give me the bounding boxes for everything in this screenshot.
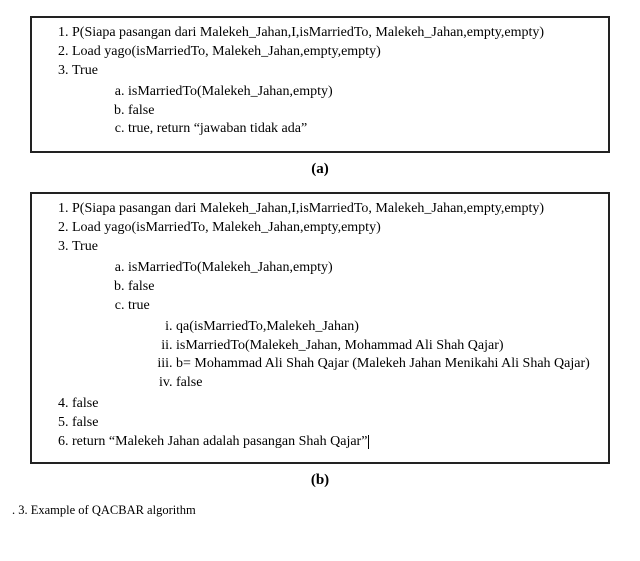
list-item-label: True: [72, 63, 98, 78]
ordered-list-a: P(Siapa pasangan dari Malekeh_Jahan,I,is…: [44, 24, 596, 139]
list-item: false: [176, 374, 596, 393]
list-item: Load yago(isMarriedTo, Malekeh_Jahan,emp…: [72, 43, 596, 62]
figure-caption-line: . 3. Example of QACBAR algorithm: [12, 503, 628, 518]
list-item: isMarriedTo(Malekeh_Jahan,empty): [128, 83, 596, 102]
pseudocode-box-a: P(Siapa pasangan dari Malekeh_Jahan,I,is…: [30, 16, 610, 153]
list-item-label: True: [72, 239, 98, 254]
list-item: P(Siapa pasangan dari Malekeh_Jahan,I,is…: [72, 200, 596, 219]
list-item: false: [72, 414, 596, 433]
list-item: True isMarriedTo(Malekeh_Jahan,empty) fa…: [72, 62, 596, 140]
text-cursor: [368, 435, 369, 449]
list-item: P(Siapa pasangan dari Malekeh_Jahan,I,is…: [72, 24, 596, 43]
pseudocode-box-b: P(Siapa pasangan dari Malekeh_Jahan,I,is…: [30, 192, 610, 464]
list-item: return “Malekeh Jahan adalah pasangan Sh…: [72, 433, 596, 452]
list-item: false: [72, 395, 596, 414]
list-item: true, return “jawaban tidak ada”: [128, 120, 596, 139]
caption-b: (b): [12, 472, 628, 489]
list-item: b= Mohammad Ali Shah Qajar (Malekeh Jaha…: [176, 355, 596, 374]
list-item: true qa(isMarriedTo,Malekeh_Jahan) isMar…: [128, 297, 596, 393]
list-item-label: true: [128, 298, 150, 313]
list-item-label: return “Malekeh Jahan adalah pasangan Sh…: [72, 434, 367, 449]
list-item: True isMarriedTo(Malekeh_Jahan,empty) fa…: [72, 238, 596, 393]
list-item: Load yago(isMarriedTo, Malekeh_Jahan,emp…: [72, 219, 596, 238]
list-item: false: [128, 102, 596, 121]
list-item: qa(isMarriedTo,Malekeh_Jahan): [176, 318, 596, 337]
ordered-list-b: P(Siapa pasangan dari Malekeh_Jahan,I,is…: [44, 200, 596, 452]
list-item: isMarriedTo(Malekeh_Jahan,empty): [128, 259, 596, 278]
sub-list-b: isMarriedTo(Malekeh_Jahan,empty) false t…: [72, 259, 596, 393]
subsub-list-b: qa(isMarriedTo,Malekeh_Jahan) isMarriedT…: [128, 318, 596, 394]
list-item: false: [128, 278, 596, 297]
sub-list-a: isMarriedTo(Malekeh_Jahan,empty) false t…: [72, 83, 596, 140]
caption-a: (a): [12, 161, 628, 178]
list-item: isMarriedTo(Malekeh_Jahan, Mohammad Ali …: [176, 337, 596, 356]
